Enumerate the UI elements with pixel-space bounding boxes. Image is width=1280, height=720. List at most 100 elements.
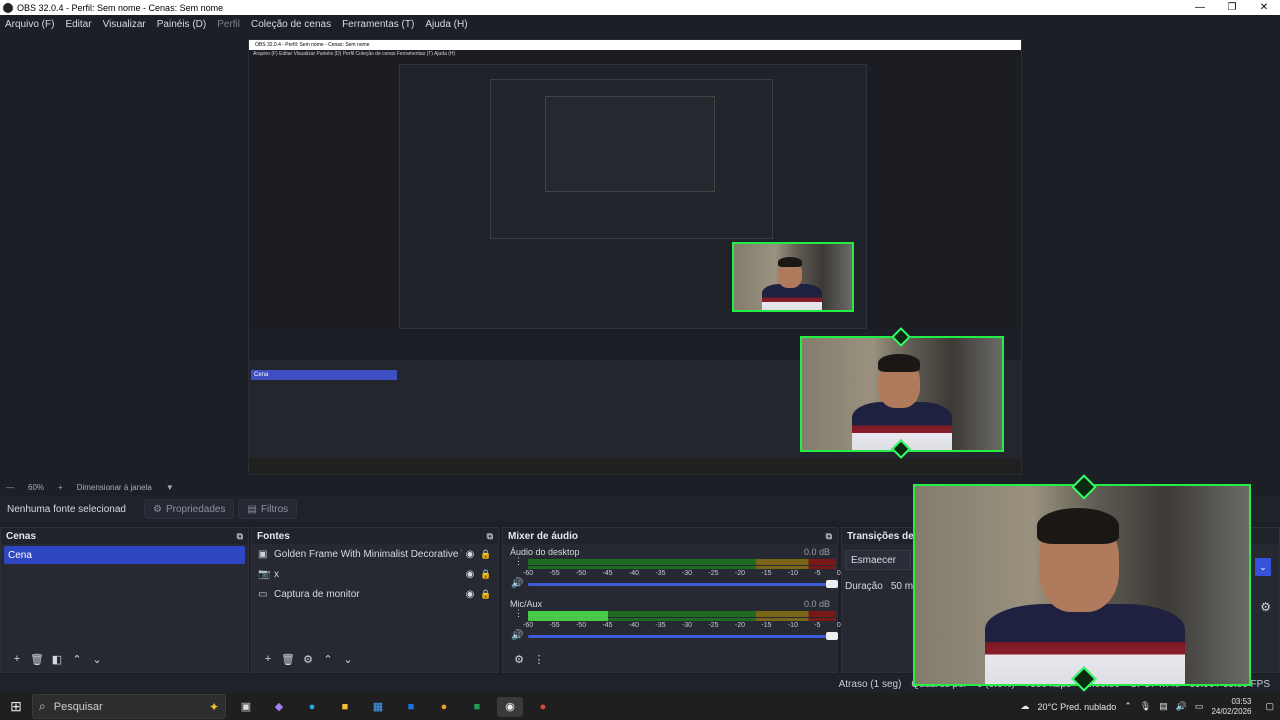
scene-item[interactable]: Cena bbox=[4, 546, 245, 564]
chrome-icon[interactable]: ● bbox=[431, 697, 457, 717]
copilot-icon[interactable]: ◆ bbox=[266, 697, 292, 717]
move-down-button[interactable]: ⌄ bbox=[338, 653, 358, 666]
scene-filters-button[interactable]: ◧ bbox=[47, 653, 67, 666]
minimize-button[interactable]: — bbox=[1184, 2, 1216, 13]
search-icon: ⌕ bbox=[39, 699, 46, 713]
store-icon[interactable]: ▦ bbox=[365, 697, 391, 717]
volume-slider[interactable] bbox=[528, 632, 838, 640]
lock-icon[interactable]: 🔒 bbox=[478, 569, 494, 580]
lock-icon[interactable]: 🔒 bbox=[478, 589, 494, 600]
tick: -25 bbox=[708, 570, 719, 577]
tick: -25 bbox=[708, 622, 719, 629]
menu-paineis[interactable]: Painéis (D) bbox=[152, 19, 212, 30]
maximize-button[interactable]: ❐ bbox=[1216, 2, 1248, 13]
source-item[interactable]: ▭ Captura de monitor ◉ 🔒 bbox=[252, 584, 498, 604]
close-button[interactable]: ✕ bbox=[1248, 2, 1280, 13]
gear-icon: ⚙ bbox=[153, 503, 162, 515]
audio-mixer-dock: Mixer de áudio ⧉ Áudio do desktop 0.0 dB… bbox=[502, 527, 841, 673]
source-item[interactable]: 📷 x ◉ 🔒 bbox=[252, 564, 498, 584]
volume-slider-handle[interactable] bbox=[826, 632, 838, 640]
menu-colecao-cenas[interactable]: Coleção de cenas bbox=[246, 19, 337, 30]
channel-menu-icon[interactable]: ⋮ bbox=[514, 609, 523, 618]
microphone-icon[interactable]: 🎙 bbox=[1140, 701, 1151, 712]
speaker-icon[interactable]: 🔊 bbox=[511, 578, 523, 589]
volume-slider-handle[interactable] bbox=[826, 580, 838, 588]
battery-icon[interactable]: ▭ bbox=[1195, 701, 1204, 712]
filters-button[interactable]: ▤ Filtros bbox=[238, 499, 298, 519]
visibility-eye-icon[interactable]: ◉ bbox=[462, 589, 478, 600]
source-item[interactable]: ▣ Golden Frame With Minimalist Decorativ… bbox=[252, 544, 498, 564]
image-icon: ▣ bbox=[258, 548, 268, 560]
volume-icon[interactable]: 🔊 bbox=[1176, 701, 1187, 712]
excel-icon[interactable]: ■ bbox=[464, 697, 490, 717]
undock-icon[interactable]: ⧉ bbox=[487, 531, 493, 542]
zoom-out-button[interactable]: — bbox=[6, 483, 14, 492]
webcam-person-hair bbox=[1037, 508, 1119, 544]
obs-taskbar-icon[interactable]: ◉ bbox=[497, 696, 523, 717]
move-down-button[interactable]: ⌄ bbox=[87, 653, 107, 666]
windows-start-icon[interactable]: ⊞ bbox=[0, 698, 32, 715]
properties-button[interactable]: ⚙ Propriedades bbox=[144, 499, 235, 519]
tick: -60 bbox=[523, 570, 534, 577]
menu-arquivo[interactable]: Arquivo (F) bbox=[0, 19, 60, 30]
lock-icon[interactable]: 🔒 bbox=[478, 549, 494, 560]
clock[interactable]: 03:53 24/02/2026 bbox=[1211, 697, 1251, 717]
tick: -45 bbox=[602, 570, 613, 577]
visibility-eye-icon[interactable]: ◉ bbox=[462, 549, 478, 560]
add-source-button[interactable]: + bbox=[258, 653, 278, 665]
obs-logo-icon bbox=[3, 2, 13, 13]
channel-db: 0.0 dB bbox=[803, 599, 830, 609]
source-properties-button[interactable]: ⚙ bbox=[298, 653, 318, 666]
speaker-icon[interactable]: 🔊 bbox=[511, 630, 523, 641]
nested-taskbar bbox=[249, 458, 1021, 474]
volume-slider[interactable] bbox=[528, 580, 838, 588]
file-explorer-icon[interactable]: ■ bbox=[332, 697, 358, 717]
chevron-down-icon[interactable]: ⌄ bbox=[1255, 558, 1271, 576]
tick: -50 bbox=[575, 622, 587, 629]
nested-capture-level-3 bbox=[490, 79, 773, 239]
move-up-button[interactable]: ⌃ bbox=[318, 653, 338, 666]
visibility-eye-icon[interactable]: ◉ bbox=[462, 569, 478, 580]
transition-select[interactable]: Esmaecer bbox=[845, 550, 911, 570]
undock-icon[interactable]: ⧉ bbox=[237, 531, 243, 542]
network-icon[interactable]: ▤ bbox=[1159, 701, 1168, 712]
advanced-audio-button[interactable]: ⚙ bbox=[509, 653, 529, 666]
menu-editar[interactable]: Editar bbox=[60, 19, 97, 30]
clock-date: 24/02/2026 bbox=[1211, 706, 1252, 716]
add-scene-button[interactable]: + bbox=[7, 653, 27, 665]
menu-ferramentas[interactable]: Ferramentas (T) bbox=[337, 19, 420, 30]
mixer-menu-button[interactable]: ⋮ bbox=[529, 653, 549, 666]
channel-menu-icon[interactable]: ⋮ bbox=[514, 557, 523, 566]
move-up-button[interactable]: ⌃ bbox=[67, 653, 87, 666]
undock-icon[interactable]: ⧉ bbox=[826, 531, 832, 542]
mixer-toolbar: ⚙ ⋮ bbox=[503, 651, 549, 667]
resize-to-window[interactable]: Dimensionar à janela bbox=[77, 483, 152, 492]
menu-ajuda[interactable]: Ajuda (H) bbox=[420, 19, 473, 30]
weather-text[interactable]: 20°C Pred. nublado bbox=[1038, 702, 1117, 712]
tick: -30 bbox=[681, 570, 693, 577]
zoom-in-button[interactable]: + bbox=[58, 483, 63, 492]
menu-perfil[interactable]: Perfil bbox=[212, 19, 246, 30]
notification-icon[interactable]: ▢ bbox=[1265, 701, 1274, 712]
taskbar-search[interactable]: ⌕ Pesquisar ✦ bbox=[32, 694, 226, 719]
outlook-icon[interactable]: ■ bbox=[398, 697, 424, 717]
chevron-up-icon[interactable]: ⌃ bbox=[1124, 701, 1132, 712]
transitions-title: Transições de c bbox=[847, 530, 923, 542]
chrome-profile-icon[interactable]: ● bbox=[530, 697, 556, 717]
chevron-down-icon[interactable]: ▼ bbox=[166, 483, 174, 492]
remove-source-button[interactable]: 🗑 bbox=[278, 653, 298, 666]
tick: -55 bbox=[549, 622, 560, 629]
channel-db: 0.0 dB bbox=[803, 547, 830, 557]
zoom-level: 60% bbox=[28, 482, 45, 492]
edge-icon[interactable]: ● bbox=[299, 697, 325, 717]
tick: -10 bbox=[787, 622, 798, 629]
gear-icon[interactable]: ⚙ bbox=[1260, 600, 1271, 614]
menu-visualizar[interactable]: Visualizar bbox=[98, 19, 152, 30]
tick: -20 bbox=[734, 570, 745, 577]
weather-icon: ☁ bbox=[1020, 701, 1030, 711]
meter-ticks: -60 -55 -50 -45 -40 -35 -30 -25 -20 -15 -10 -5 0 bbox=[523, 570, 841, 577]
task-view-icon[interactable]: ▣ bbox=[233, 697, 259, 717]
search-placeholder: Pesquisar bbox=[53, 700, 103, 713]
remove-scene-button[interactable]: 🗑 bbox=[27, 653, 47, 666]
menu-bar: Arquivo (F) Editar Visualizar Painéis (D… bbox=[0, 15, 1280, 33]
